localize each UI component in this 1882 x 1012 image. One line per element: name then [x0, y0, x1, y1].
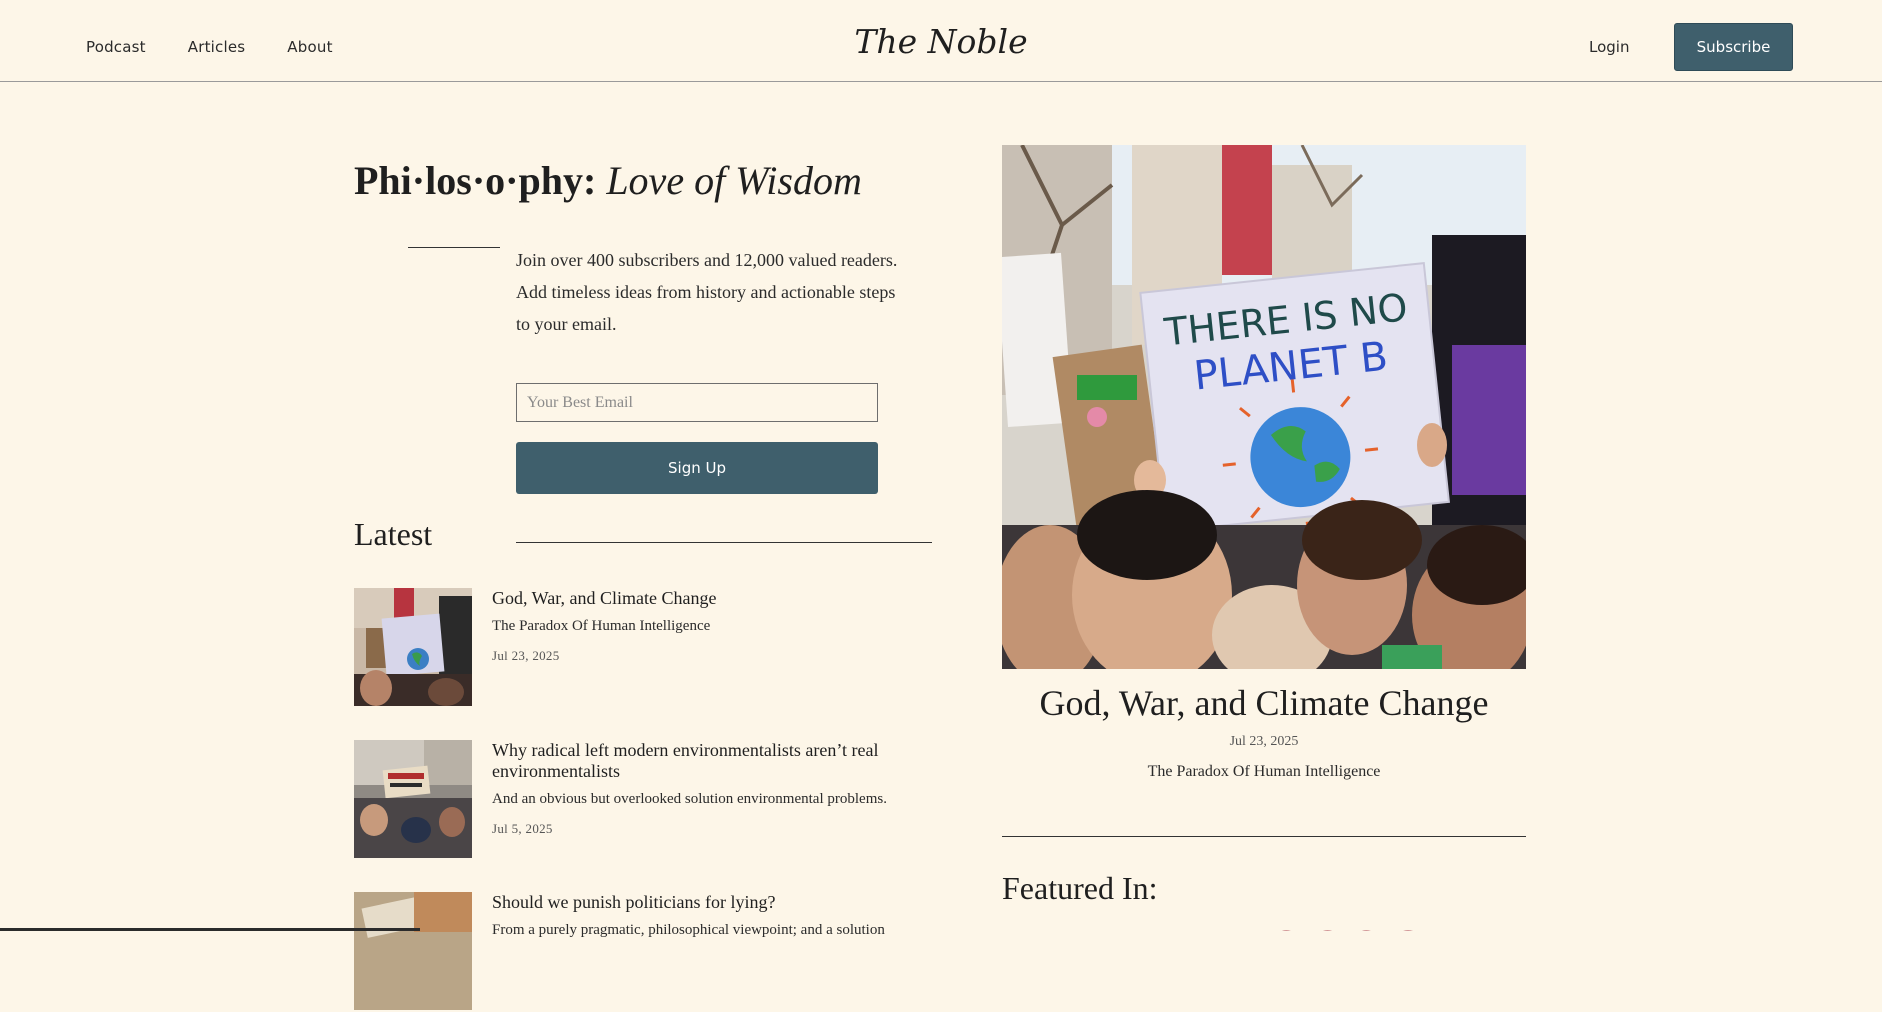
- hero-title: Phi·los·o·phy: Love of Wisdom: [354, 157, 862, 204]
- featured-article-title[interactable]: God, War, and Climate Change: [1002, 682, 1526, 724]
- article-thumbnail[interactable]: [354, 740, 472, 858]
- article-thumbnail[interactable]: [354, 588, 472, 706]
- hero-title-italic: Love of Wisdom: [606, 158, 862, 203]
- hero-title-main: Phi·los·o·phy:: [354, 158, 597, 203]
- article-subtitle: And an obvious but overlooked solution e…: [492, 791, 887, 807]
- login-link[interactable]: Login: [1589, 38, 1629, 56]
- article-card[interactable]: God, War, and Climate Change The Paradox…: [354, 588, 934, 708]
- latest-divider: [516, 542, 932, 543]
- featured-article-subtitle: The Paradox Of Human Intelligence: [1147, 763, 1381, 780]
- subscribe-button[interactable]: Subscribe: [1674, 23, 1793, 71]
- signup-button[interactable]: Sign Up: [516, 442, 878, 494]
- article-title[interactable]: Should we punish politicians for lying?: [492, 892, 932, 913]
- nav-articles-link[interactable]: Articles: [188, 38, 246, 56]
- intro-divider: [408, 247, 500, 248]
- article-title[interactable]: Why radical left modern environmentalist…: [492, 740, 932, 782]
- top-navigation-bar: Podcast Articles About The Noble Login S…: [0, 0, 1882, 82]
- article-thumbnail[interactable]: [354, 892, 472, 1010]
- article-card[interactable]: Should we punish politicians for lying? …: [354, 892, 934, 1012]
- featured-image[interactable]: THERE IS NO PLANET B: [1002, 145, 1526, 669]
- article-subtitle: The Paradox Of Human Intelligence: [492, 618, 711, 634]
- article-date: Jul 5, 2025: [492, 821, 553, 836]
- article-title[interactable]: God, War, and Climate Change: [492, 588, 932, 609]
- press-logo: [1270, 924, 1460, 931]
- latest-heading: Latest: [354, 516, 433, 552]
- nav-about-link[interactable]: About: [287, 38, 332, 56]
- intro-text: Join over 400 subscribers and 12,000 val…: [516, 250, 898, 334]
- featured-divider: [1002, 836, 1526, 837]
- featured-in-heading: Featured In:: [1002, 870, 1158, 906]
- article-date: Jul 23, 2025: [492, 648, 560, 663]
- article-card[interactable]: Why radical left modern environmentalist…: [354, 740, 934, 860]
- featured-article-date: Jul 23, 2025: [1229, 734, 1299, 749]
- main-nav: Podcast Articles About: [86, 38, 333, 56]
- email-input[interactable]: [516, 383, 878, 422]
- nav-podcast-link[interactable]: Podcast: [86, 38, 146, 56]
